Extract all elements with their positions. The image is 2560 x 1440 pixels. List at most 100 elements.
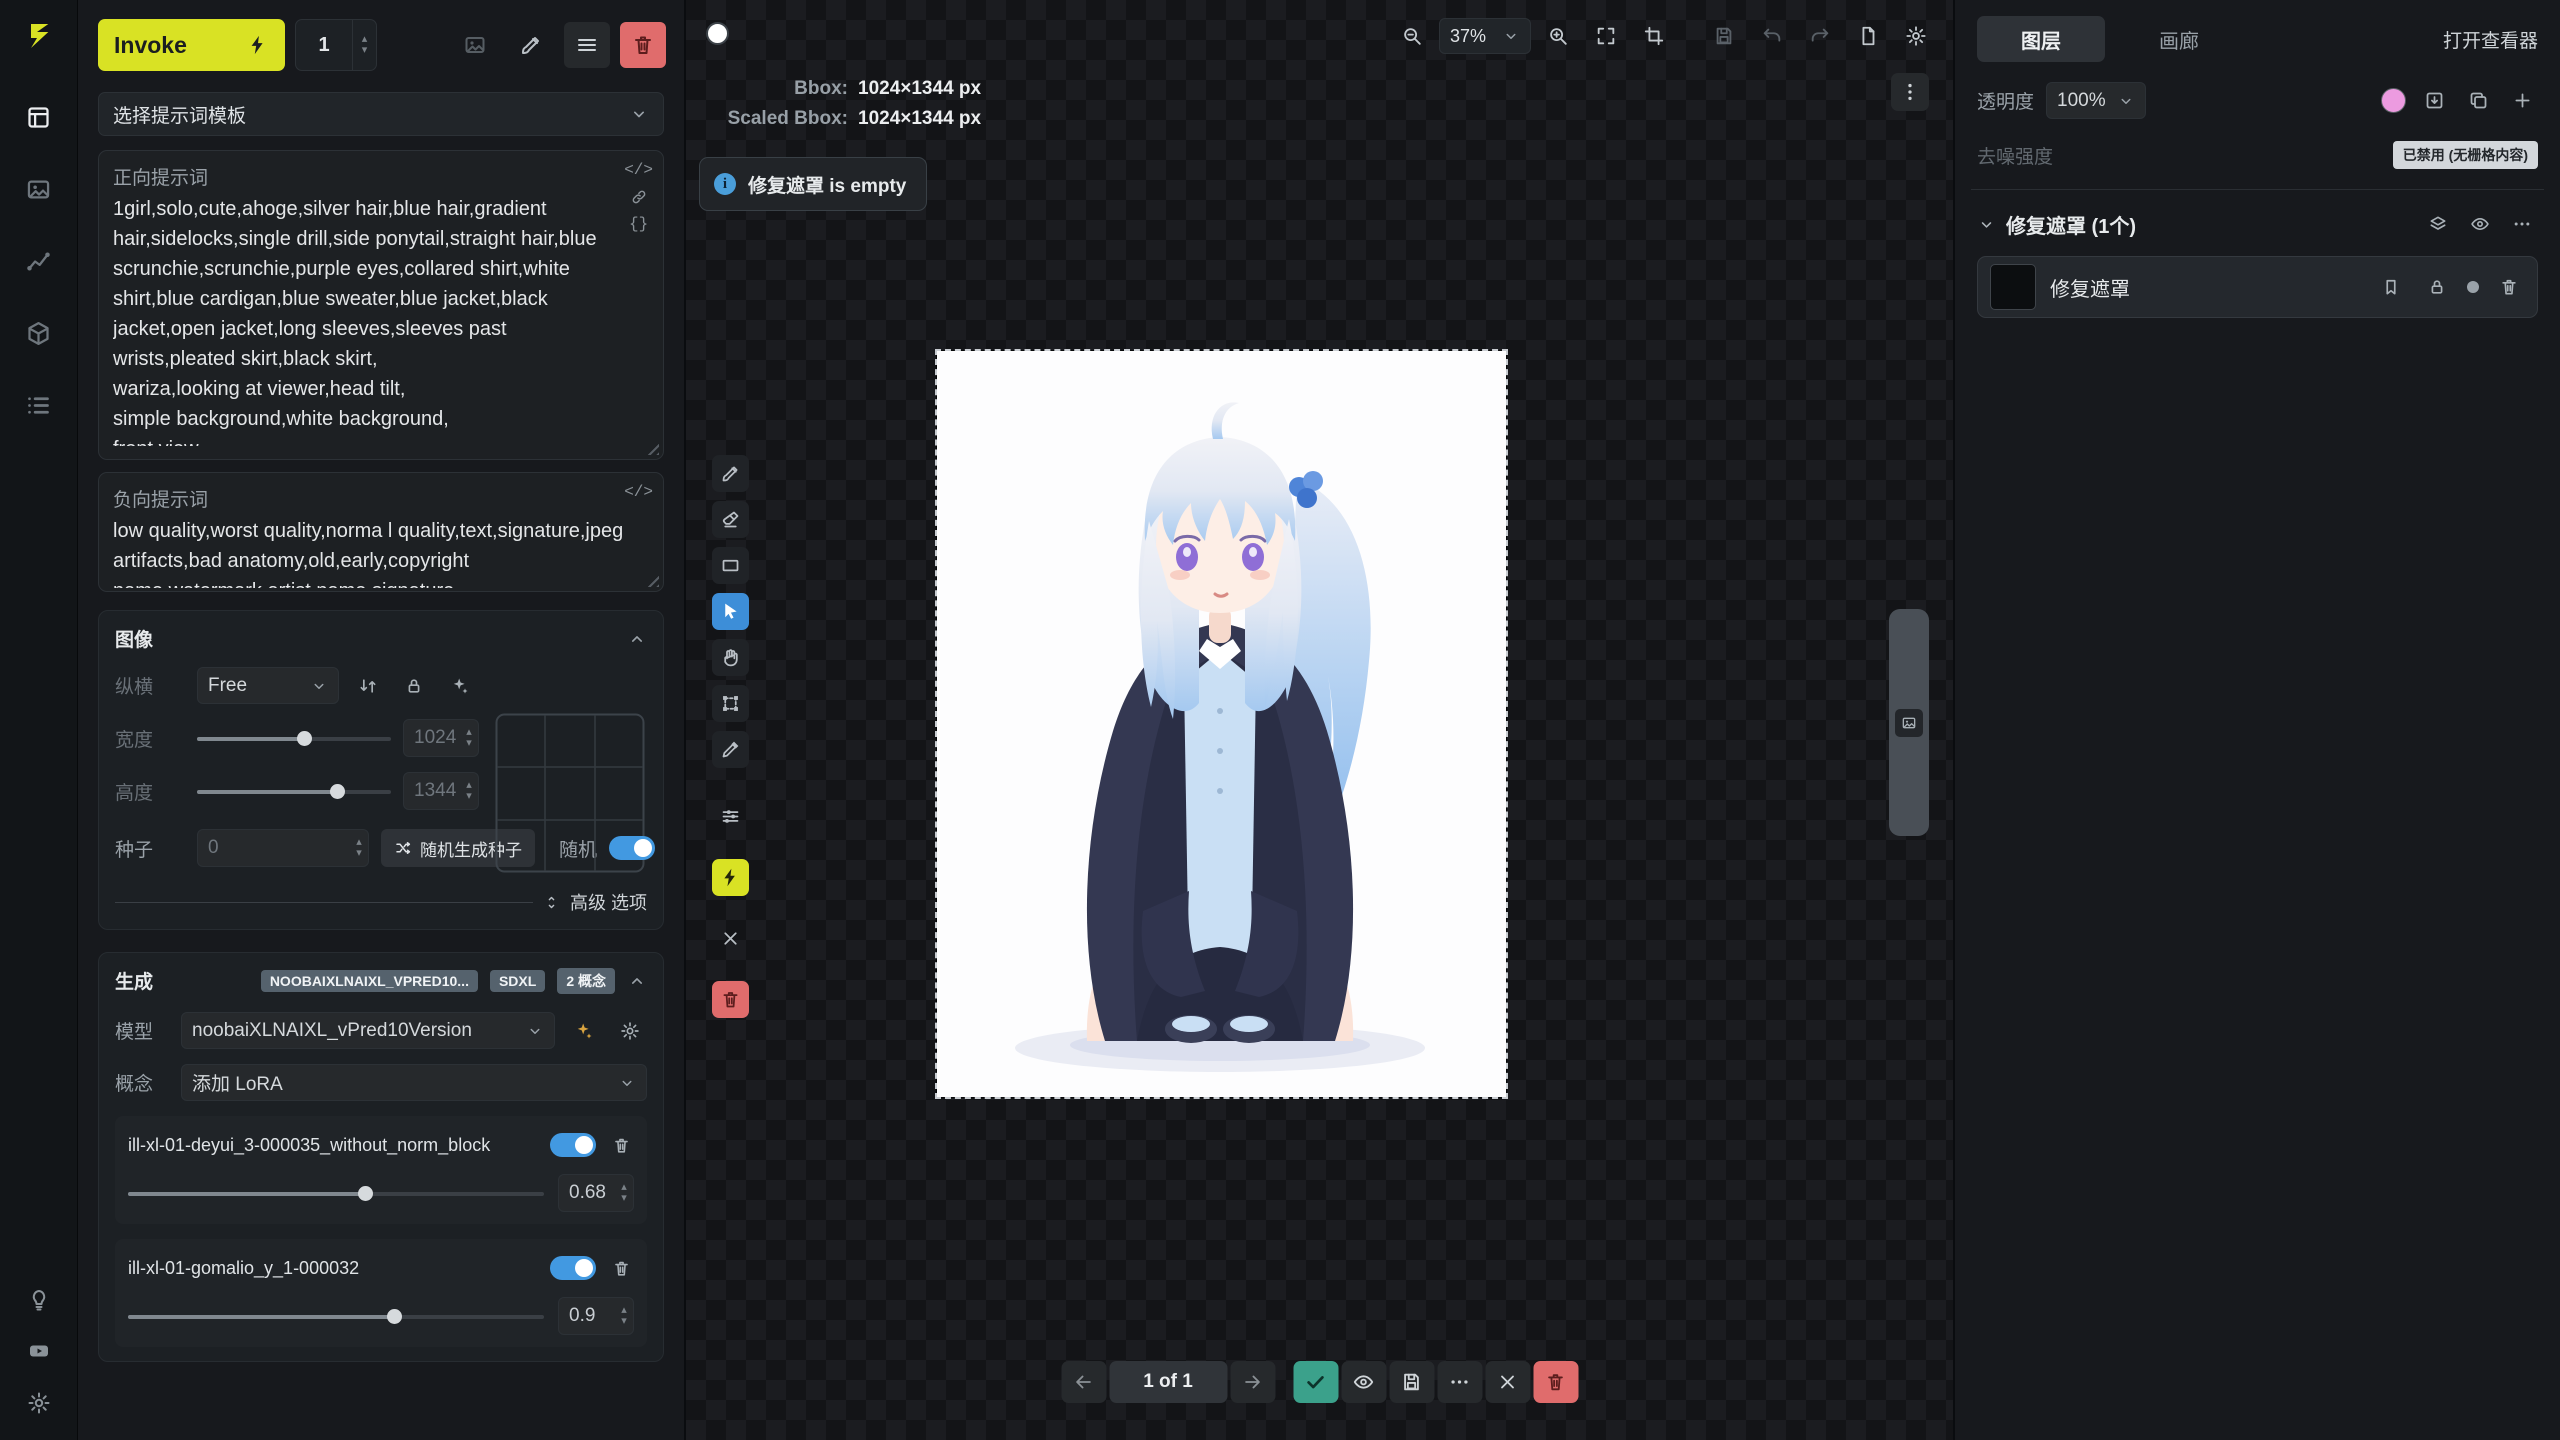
- canvas-image-bbox[interactable]: [937, 351, 1506, 1097]
- layer-group-header[interactable]: 修复遮罩 (1个): [1977, 208, 2538, 240]
- tab-layers[interactable]: 图层: [1977, 16, 2105, 62]
- random-seed-toggle[interactable]: [609, 836, 655, 860]
- invoke-region-button[interactable]: [712, 859, 749, 896]
- tool-transform-button[interactable]: [712, 685, 749, 722]
- delete-lora-button[interactable]: [608, 1128, 634, 1162]
- save-layer-button[interactable]: [2418, 85, 2450, 117]
- tab-gallery[interactable]: 画廊: [2115, 16, 2243, 62]
- model-starred-button[interactable]: [567, 1014, 601, 1048]
- zoom-in-button[interactable]: [1537, 16, 1579, 56]
- tool-eraser-button[interactable]: [712, 501, 749, 538]
- queue-count-arrows[interactable]: ▴ ▾: [352, 20, 376, 70]
- add-lora-select[interactable]: 添加 LoRA: [181, 1064, 647, 1101]
- toggle-preview-button[interactable]: [1341, 1361, 1386, 1403]
- save-to-gallery-button[interactable]: [1389, 1361, 1434, 1403]
- lora-weight-input[interactable]: 0.68 ▴▾: [558, 1174, 634, 1212]
- tool-view-button[interactable]: [712, 639, 749, 676]
- canvas-workspace[interactable]: Bbox: 1024×1344 px Scaled Bbox: 1024×134…: [686, 0, 1953, 1440]
- step-down-icon[interactable]: ▾: [356, 848, 362, 859]
- delete-layer-button[interactable]: [2493, 271, 2525, 303]
- chevron-down-icon[interactable]: [1977, 215, 1996, 234]
- tab-canvas[interactable]: [13, 95, 65, 139]
- embedding-icon[interactable]: </>: [624, 161, 653, 179]
- lora-weight-input[interactable]: 0.9 ▴▾: [558, 1297, 634, 1335]
- save-canvas-button[interactable]: [1703, 16, 1745, 56]
- aspect-ratio-select[interactable]: Free: [197, 667, 339, 704]
- step-down-icon[interactable]: ▾: [621, 1193, 627, 1204]
- tool-rect-button[interactable]: [712, 547, 749, 584]
- height-input[interactable]: 1344 ▴▾: [403, 772, 479, 810]
- group-menu-button[interactable]: [2506, 208, 2538, 240]
- layer-row[interactable]: 修复遮罩: [1977, 256, 2538, 318]
- toggle-group-visibility-button[interactable]: [2464, 208, 2496, 240]
- opacity-select[interactable]: 100%: [2046, 82, 2146, 119]
- open-viewer-button[interactable]: 打开查看器: [2443, 26, 2538, 53]
- lock-layer-button[interactable]: [2421, 271, 2453, 303]
- resize-handle[interactable]: [645, 573, 659, 587]
- model-select[interactable]: noobaiXLNAIXL_vPred10Version: [181, 1012, 555, 1049]
- queue-count-stepper[interactable]: 1 ▴ ▾: [295, 19, 377, 71]
- tab-models[interactable]: [13, 311, 65, 355]
- zoom-out-button[interactable]: [1391, 16, 1433, 56]
- add-layer-button[interactable]: [2506, 85, 2538, 117]
- optimize-size-button[interactable]: [443, 669, 477, 703]
- step-down-icon[interactable]: ▾: [621, 1316, 627, 1327]
- tab-upscaling[interactable]: [13, 167, 65, 211]
- tool-brush-button[interactable]: [712, 455, 749, 492]
- collapse-icon[interactable]: [627, 629, 647, 649]
- layer-thumbnail[interactable]: [1990, 264, 2036, 310]
- discard-image-button[interactable]: [1485, 1361, 1530, 1403]
- seed-input[interactable]: 0 ▴▾: [197, 829, 369, 867]
- fit-view-button[interactable]: [1585, 16, 1627, 56]
- prev-image-button[interactable]: [1061, 1361, 1106, 1403]
- resize-handle[interactable]: [645, 441, 659, 455]
- lora-enabled-toggle[interactable]: [550, 1133, 596, 1157]
- support-button[interactable]: [13, 1282, 65, 1316]
- delete-lora-button[interactable]: [608, 1251, 634, 1285]
- prompt-template-select[interactable]: 选择提示词模板: [98, 92, 664, 136]
- gallery-image-button[interactable]: [452, 22, 498, 68]
- lora-enabled-toggle[interactable]: [550, 1256, 596, 1280]
- settings-button[interactable]: [13, 1386, 65, 1420]
- redo-button[interactable]: [1799, 16, 1841, 56]
- lora-weight-slider[interactable]: [128, 1308, 544, 1324]
- clear-queue-button[interactable]: [620, 22, 666, 68]
- step-down-icon[interactable]: ▾: [466, 738, 472, 749]
- width-input[interactable]: 1024 ▴▾: [403, 719, 479, 757]
- braces-icon[interactable]: {}: [629, 215, 648, 233]
- export-button[interactable]: [1847, 16, 1889, 56]
- canvas-settings-button[interactable]: [1895, 16, 1937, 56]
- negative-prompt-input[interactable]: low quality,worst quality,norma l qualit…: [113, 516, 629, 588]
- step-down-icon[interactable]: ▾: [466, 791, 472, 802]
- invoke-button[interactable]: Invoke: [98, 19, 285, 71]
- merge-layers-button[interactable]: [2422, 208, 2454, 240]
- fit-bbox-button[interactable]: [1633, 16, 1675, 56]
- height-slider[interactable]: [197, 783, 391, 799]
- advanced-options-button[interactable]: 高级 选项: [570, 889, 647, 915]
- panel-resize-handle[interactable]: [1889, 609, 1929, 836]
- swap-dimensions-button[interactable]: [351, 669, 385, 703]
- undo-button[interactable]: [1751, 16, 1793, 56]
- zoom-level-select[interactable]: 37%: [1439, 18, 1531, 54]
- staging-menu-button[interactable]: [1437, 1361, 1482, 1403]
- collapse-icon[interactable]: [627, 971, 647, 991]
- tool-settings-button[interactable]: [712, 798, 749, 835]
- width-slider[interactable]: [197, 730, 391, 746]
- compare-handle[interactable]: [1895, 709, 1923, 737]
- tab-workflows[interactable]: [13, 239, 65, 283]
- positive-prompt-input[interactable]: 1girl,solo,cute,ahoge,silver hair,blue h…: [113, 194, 629, 446]
- brush-mode-button[interactable]: [508, 22, 554, 68]
- link-icon[interactable]: [630, 188, 648, 206]
- delete-selection-button[interactable]: [712, 981, 749, 1018]
- layer-enabled-dot[interactable]: [2467, 281, 2479, 293]
- tab-queue[interactable]: [13, 383, 65, 427]
- canvas-menu-button[interactable]: [1891, 73, 1929, 111]
- tool-move-button[interactable]: [712, 593, 749, 630]
- cancel-selection-button[interactable]: [712, 920, 749, 957]
- queue-menu-button[interactable]: [564, 22, 610, 68]
- youtube-button[interactable]: [13, 1334, 65, 1368]
- bookmark-layer-button[interactable]: [2375, 271, 2407, 303]
- mask-color-swatch[interactable]: [2381, 88, 2406, 113]
- next-image-button[interactable]: [1230, 1361, 1275, 1403]
- duplicate-layer-button[interactable]: [2462, 85, 2494, 117]
